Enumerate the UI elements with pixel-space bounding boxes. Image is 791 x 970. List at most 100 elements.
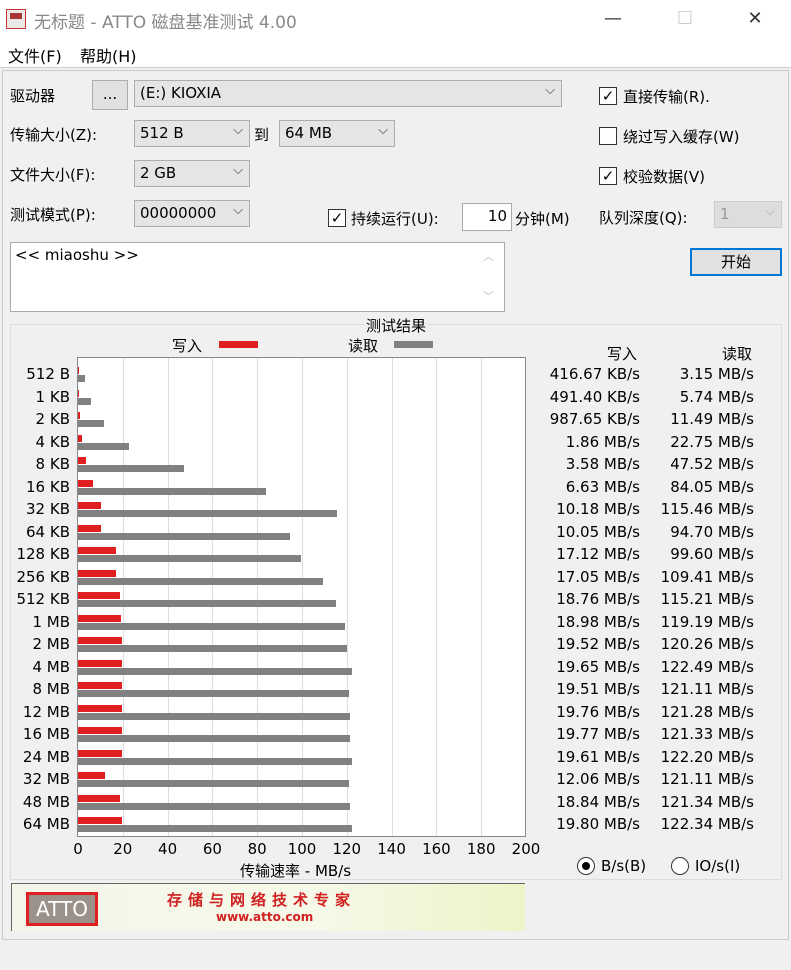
app-icon (6, 9, 26, 29)
write-bar (78, 817, 123, 824)
read-value: 3.15 MB/s (679, 365, 754, 383)
legend-write-label: 写入 (172, 337, 203, 355)
write-value: 17.12 MB/s (556, 545, 640, 563)
x-tick-label: 200 (511, 840, 541, 858)
write-value: 416.67 KB/s (549, 365, 640, 383)
read-bar (78, 555, 302, 562)
start-button[interactable]: 开始 (690, 248, 782, 276)
bypass-cache-label: 绕过写入缓存(W) (623, 128, 740, 146)
maximize-button[interactable]: ☐ (665, 4, 705, 34)
bytes-radio[interactable] (577, 857, 595, 875)
menu-file[interactable]: 文件(F) (8, 43, 62, 67)
write-value: 18.76 MB/s (556, 590, 640, 608)
atto-banner[interactable]: ATTO 存储与网络技术专家 www.atto.com (11, 883, 525, 931)
transfer-from-select[interactable]: 512 B ⌵ (134, 120, 250, 147)
close-button[interactable]: ✕ (735, 4, 775, 34)
window-title: 无标题 - ATTO 磁盘基准测试 4.00 (34, 13, 297, 33)
row-label: 16 MB (22, 725, 70, 743)
chevron-down-icon: ⌵ (233, 123, 243, 138)
read-bar (78, 780, 350, 787)
write-value: 19.61 MB/s (556, 747, 640, 766)
write-bar (78, 659, 123, 667)
write-value: 19.77 MB/s (556, 725, 640, 743)
row-label: 48 MB (22, 792, 70, 811)
continuous-checkbox[interactable]: ✓ (328, 209, 346, 227)
banner-url[interactable]: www.atto.com (216, 910, 313, 924)
read-bar (78, 510, 337, 517)
legend-read-label: 读取 (348, 337, 379, 355)
results-title: 测试结果 (364, 315, 429, 336)
description-textarea[interactable]: << miaoshu >> (10, 242, 505, 312)
drive-select[interactable]: (E:) KIOXIA ⌵ (134, 80, 562, 107)
write-bar (78, 569, 117, 577)
read-value: 47.52 MB/s (670, 455, 754, 473)
write-bar (78, 502, 101, 509)
file-size-select[interactable]: 2 GB ⌵ (134, 160, 250, 187)
write-bar (78, 434, 83, 442)
read-bar (78, 712, 350, 720)
write-value: 18.84 MB/s (556, 792, 640, 811)
row-label: 256 KB (16, 567, 70, 586)
write-bar (78, 682, 122, 689)
read-bar (78, 802, 350, 810)
read-value: 121.33 MB/s (660, 725, 754, 743)
row-label: 512 KB (16, 590, 70, 608)
verify-label: 校验数据(V) (623, 168, 705, 186)
test-mode-select[interactable]: 00000000 ⌵ (134, 200, 250, 227)
read-value: 121.11 MB/s (660, 770, 754, 788)
x-tick-label: 180 (466, 840, 496, 858)
menu-help[interactable]: 帮助(H) (80, 43, 137, 67)
grid-line (391, 358, 393, 836)
row-label: 8 MB (32, 680, 70, 698)
write-bar (78, 412, 81, 419)
x-tick-label: 100 (287, 840, 317, 858)
x-tick-label: 20 (113, 840, 133, 858)
write-bar (78, 592, 121, 599)
row-label: 12 MB (22, 702, 70, 721)
write-value: 19.65 MB/s (556, 657, 640, 676)
write-bar (78, 727, 123, 734)
write-bar (78, 794, 121, 802)
write-value: 19.52 MB/s (556, 635, 640, 653)
read-value: 5.74 MB/s (679, 387, 754, 406)
description-text: << miaoshu >> (15, 246, 139, 264)
x-tick-label: 40 (158, 840, 178, 858)
read-bar (78, 487, 267, 495)
transfer-to-select[interactable]: 64 MB ⌵ (279, 120, 395, 147)
transfer-to-value: 64 MB (285, 124, 333, 142)
verify-checkbox[interactable]: ✓ (599, 167, 617, 185)
bytes-radio-label: B/s(B) (601, 857, 647, 875)
bypass-cache-checkbox[interactable] (599, 127, 617, 145)
to-label: 到 (254, 126, 270, 144)
read-value: 115.46 MB/s (660, 500, 754, 518)
direct-io-checkbox[interactable]: ✓ (599, 87, 617, 105)
queue-depth-select[interactable]: 1 ⌵ (714, 201, 782, 228)
read-value: 109.41 MB/s (660, 567, 754, 586)
minimize-button[interactable]: — (593, 4, 633, 34)
write-bar (78, 704, 123, 712)
browse-button[interactable]: ... (92, 80, 128, 110)
write-value: 12.06 MB/s (556, 770, 640, 788)
write-value: 19.80 MB/s (556, 815, 640, 833)
read-bar (78, 600, 337, 607)
x-axis-label: 传输速率 - MB/s (240, 862, 352, 880)
read-value: 119.19 MB/s (660, 612, 754, 631)
grid-line (436, 358, 438, 836)
read-value: 121.11 MB/s (660, 680, 754, 698)
write-value: 3.58 MB/s (565, 455, 640, 473)
write-value: 6.63 MB/s (565, 477, 640, 496)
chevron-down-icon: ⌵ (765, 204, 775, 219)
col-write-header: 写入 (607, 345, 638, 363)
scroll-up-icon[interactable]: ︿ (483, 248, 494, 264)
chevron-down-icon: ⌵ (233, 163, 243, 178)
minutes-input[interactable]: 10 (462, 203, 512, 231)
scroll-down-icon[interactable]: ﹀ (483, 288, 494, 304)
file-size-label: 文件大小(F): (10, 166, 96, 184)
row-label: 2 MB (32, 635, 70, 653)
read-value: 22.75 MB/s (670, 432, 754, 451)
row-label: 32 KB (26, 500, 70, 518)
read-bar (78, 442, 129, 450)
io-radio[interactable] (671, 857, 689, 875)
row-label: 512 B (26, 365, 70, 383)
read-bar (78, 420, 104, 427)
